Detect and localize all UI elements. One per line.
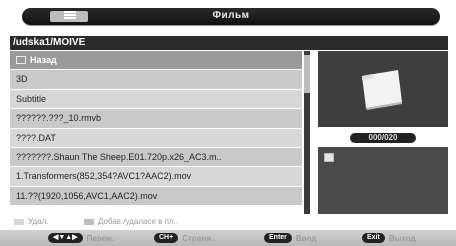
media-player-screen: Фильм /udska1/MOIVE Назад 3D Subtitle?????… [0, 0, 456, 246]
legend-item-delete: Удал. [14, 217, 48, 226]
legend-swatch-delete [14, 218, 24, 225]
file-row-label: ????.DAT [16, 132, 56, 143]
ch-plus-key-icon: CH+ [154, 233, 179, 243]
scrollbar-thumb[interactable] [304, 55, 310, 93]
file-row-label: Назад [30, 55, 57, 65]
file-row[interactable]: Subtitle [10, 89, 302, 110]
page-title: Фильм [212, 10, 250, 21]
file-row[interactable]: 3D [10, 70, 302, 90]
enter-key-icon: Enter [264, 233, 292, 243]
bottom-hint-bar: ◀▼▲▶ Перем. CH+ Страни.. Enter Ввод Exit… [0, 230, 456, 246]
file-row-label: ???????.Shaun The Sheep.E01.720p.x26_AC3… [16, 151, 222, 162]
hint-enter-label: Ввод [295, 233, 317, 243]
file-row[interactable]: 1.Transformers(852,354?AVC1?AAC2).mov [10, 167, 302, 187]
file-info-icon [324, 153, 334, 162]
legend-item-playlist: Добав./удаласе в пл.. [84, 217, 178, 226]
file-row-back[interactable]: Назад [10, 51, 302, 71]
info-box [318, 147, 448, 214]
file-list: Назад 3D Subtitle ??????.???_10.rmvb ????.DA… [10, 51, 302, 214]
title-bar: Фильм [22, 8, 440, 25]
hint-page-label: Страни.. [182, 233, 216, 243]
legend-swatch-playlist [84, 218, 94, 225]
file-row[interactable]: ??????.???_10.rmvb [10, 109, 302, 129]
hint-exit-label: Выход [388, 233, 416, 243]
hint-navigate: ◀▼▲▶ Перем. [48, 233, 114, 243]
file-row-label: 11.??(1920,1056,AVC1,AAC2).mov [16, 190, 158, 201]
scrollbar[interactable] [304, 51, 310, 214]
legend: Удал. Добав./удаласе в пл.. [10, 216, 302, 228]
file-counter: 000/020 [350, 133, 416, 143]
preview-panel: 000/020 [318, 51, 448, 214]
back-icon [16, 55, 26, 64]
exit-key-icon: Exit [362, 233, 385, 243]
file-row[interactable]: 11.??(1920,1056,AVC1,AAC2).mov [10, 186, 302, 207]
file-row[interactable]: ????.DAT [10, 128, 302, 148]
navigate-key-icon: ◀▼▲▶ [48, 233, 83, 243]
file-row-label: 3D [16, 74, 28, 85]
preview-area [318, 51, 448, 127]
hint-page: CH+ Страни.. [154, 233, 215, 243]
folder-icon [362, 70, 402, 110]
hint-enter: Enter Ввод [264, 233, 316, 243]
legend-label-delete: Удал. [28, 217, 49, 226]
hint-navigate-label: Перем. [86, 233, 115, 243]
path-bar: /udska1/MOIVE [10, 36, 448, 50]
file-row-label: ??????.???_10.rmvb [16, 113, 102, 124]
legend-label-playlist: Добав./удаласе в пл.. [98, 217, 179, 226]
hint-exit: Exit Выход [362, 233, 416, 243]
file-row-label: Subtitle [16, 93, 47, 104]
file-row-label: 1.Transformers(852,354?AVC1?AAC2).mov [16, 171, 192, 182]
file-row[interactable]: ???????.Shaun The Sheep.E01.720p.x26_AC3… [10, 147, 302, 168]
